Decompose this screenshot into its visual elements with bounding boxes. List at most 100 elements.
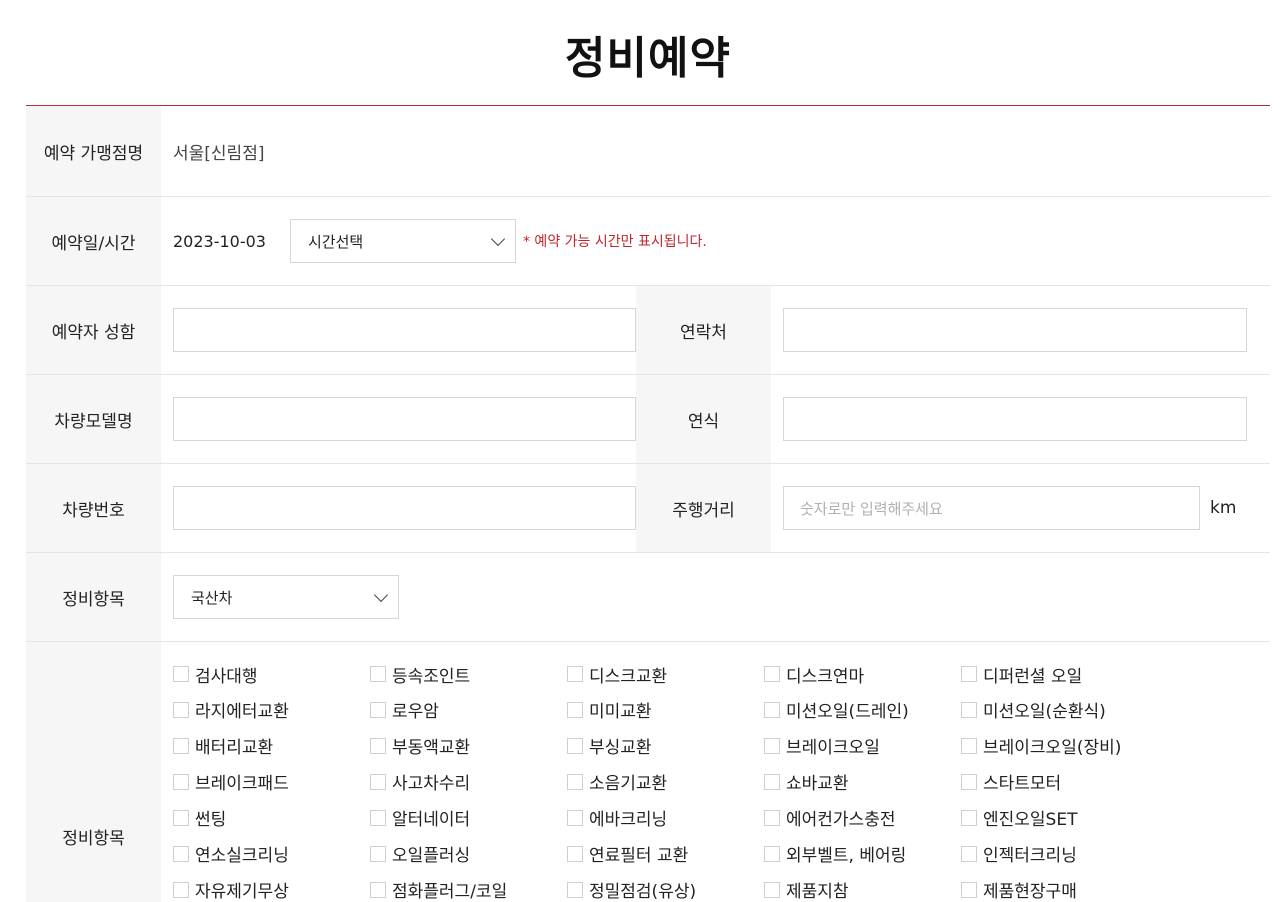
checkbox[interactable] bbox=[370, 737, 386, 754]
category-row: 정비항목 국산차 bbox=[26, 553, 1270, 642]
service-label: 사고차수리 bbox=[392, 774, 471, 795]
service-checkbox-item[interactable]: 알터네이터 bbox=[370, 806, 567, 830]
model-input[interactable] bbox=[173, 397, 636, 441]
service-label: 엔진오일SET bbox=[983, 810, 1078, 831]
checkbox[interactable] bbox=[370, 881, 386, 898]
service-checkbox-item[interactable]: 썬팅 bbox=[173, 806, 370, 830]
service-checkbox-item[interactable]: 브레이크패드 bbox=[173, 770, 370, 794]
checkbox[interactable] bbox=[567, 773, 583, 790]
service-label: 외부벨트, 베어링 bbox=[786, 846, 907, 867]
category-select-value: 국산차 bbox=[191, 588, 233, 607]
checkbox[interactable] bbox=[567, 666, 583, 682]
service-label: 제품현장구매 bbox=[983, 882, 1077, 902]
checkbox[interactable] bbox=[370, 773, 386, 790]
name-input[interactable] bbox=[173, 308, 636, 352]
service-checkbox-item[interactable]: 점화플러그/코일 bbox=[370, 878, 567, 902]
service-checkbox-item[interactable]: 브레이크오일(장비) bbox=[961, 734, 1158, 758]
checkbox[interactable] bbox=[764, 809, 780, 826]
service-checkbox-item[interactable]: 사고차수리 bbox=[370, 770, 567, 794]
service-label: 브레이크오일 bbox=[786, 738, 880, 759]
service-label: 연료필터 교환 bbox=[589, 846, 689, 867]
checkbox[interactable] bbox=[961, 737, 977, 754]
service-checkbox-item[interactable]: 에어컨가스충전 bbox=[764, 806, 961, 830]
checkbox[interactable] bbox=[961, 845, 977, 862]
checkbox[interactable] bbox=[961, 701, 977, 718]
mileage-unit: km bbox=[1210, 498, 1237, 518]
service-checkbox-item[interactable]: 연료필터 교환 bbox=[567, 842, 764, 866]
service-checkbox-item[interactable]: 쇼바교환 bbox=[764, 770, 961, 794]
checkbox[interactable] bbox=[567, 881, 583, 898]
mileage-input[interactable]: 숫자로만 입력해주세요 bbox=[783, 486, 1200, 530]
service-label: 브레이크패드 bbox=[195, 774, 289, 795]
checkbox[interactable] bbox=[173, 809, 189, 826]
service-label: 디스크연마 bbox=[786, 666, 865, 687]
service-checkbox-item[interactable]: 인젝터크리닝 bbox=[961, 842, 1158, 866]
service-checkbox-item[interactable]: 브레이크오일 bbox=[764, 734, 961, 758]
service-label: 검사대행 bbox=[195, 666, 258, 687]
category-label: 정비항목 bbox=[26, 553, 161, 641]
checkbox[interactable] bbox=[764, 737, 780, 754]
service-label: 오일플러싱 bbox=[392, 846, 471, 867]
service-checkbox-item[interactable]: 연소실크리닝 bbox=[173, 842, 370, 866]
checkbox[interactable] bbox=[567, 809, 583, 826]
checkbox[interactable] bbox=[764, 666, 780, 682]
service-label: 부동액교환 bbox=[392, 738, 471, 759]
checkbox[interactable] bbox=[961, 809, 977, 826]
checkbox[interactable] bbox=[961, 881, 977, 898]
checkbox[interactable] bbox=[370, 809, 386, 826]
checkbox[interactable] bbox=[764, 845, 780, 862]
plate-input[interactable] bbox=[173, 486, 636, 530]
service-checkbox-item[interactable]: 등속조인트 bbox=[370, 662, 567, 687]
contact-input[interactable] bbox=[783, 308, 1247, 352]
service-checkbox-item[interactable]: 소음기교환 bbox=[567, 770, 764, 794]
service-checkbox-item[interactable]: 디스크교환 bbox=[567, 662, 764, 687]
service-label: 알터네이터 bbox=[392, 810, 471, 831]
checkbox[interactable] bbox=[370, 845, 386, 862]
service-checkbox-item[interactable]: 정밀점검(유상) bbox=[567, 878, 764, 902]
service-checkbox-item[interactable]: 스타트모터 bbox=[961, 770, 1158, 794]
services-label: 정비항목 bbox=[26, 642, 161, 902]
service-checkbox-item[interactable]: 미션오일(드레인) bbox=[764, 698, 961, 722]
checkbox[interactable] bbox=[173, 845, 189, 862]
checkbox[interactable] bbox=[567, 845, 583, 862]
checkbox[interactable] bbox=[567, 701, 583, 718]
checkbox[interactable] bbox=[764, 701, 780, 718]
service-checkbox-item[interactable]: 엔진오일SET bbox=[961, 806, 1158, 830]
service-checkbox-item[interactable]: 자유제기무상 bbox=[173, 878, 370, 902]
service-label: 쇼바교환 bbox=[786, 774, 849, 795]
service-checkbox-item[interactable]: 로우암 bbox=[370, 698, 567, 722]
category-select[interactable]: 국산차 bbox=[173, 575, 399, 619]
service-checkbox-item[interactable]: 부동액교환 bbox=[370, 734, 567, 758]
checkbox[interactable] bbox=[173, 737, 189, 754]
service-checkbox-item[interactable]: 오일플러싱 bbox=[370, 842, 567, 866]
service-checkbox-item[interactable]: 부싱교환 bbox=[567, 734, 764, 758]
service-checkbox-item[interactable]: 라지에터교환 bbox=[173, 698, 370, 722]
checkbox[interactable] bbox=[961, 666, 977, 682]
checkbox[interactable] bbox=[173, 666, 189, 682]
checkbox[interactable] bbox=[173, 773, 189, 790]
checkbox[interactable] bbox=[370, 666, 386, 682]
checkbox[interactable] bbox=[764, 773, 780, 790]
service-checkbox-item[interactable]: 제품지참 bbox=[764, 878, 961, 902]
service-checkbox-item[interactable]: 미미교환 bbox=[567, 698, 764, 722]
service-checkbox-item[interactable]: 미션오일(순환식) bbox=[961, 698, 1158, 722]
service-label: 소음기교환 bbox=[589, 774, 668, 795]
service-label: 자유제기무상 bbox=[195, 882, 289, 902]
contact-label: 연락처 bbox=[636, 286, 771, 374]
service-label: 미션오일(순환식) bbox=[983, 702, 1106, 723]
service-checkbox-item[interactable]: 제품현장구매 bbox=[961, 878, 1158, 902]
service-checkbox-item[interactable]: 외부벨트, 베어링 bbox=[764, 842, 961, 866]
time-select[interactable]: 시간선택 bbox=[289, 219, 516, 263]
checkbox[interactable] bbox=[764, 881, 780, 898]
service-checkbox-item[interactable]: 디퍼런셜 오일 bbox=[961, 662, 1158, 687]
checkbox[interactable] bbox=[961, 773, 977, 790]
service-checkbox-item[interactable]: 에바크리닝 bbox=[567, 806, 764, 830]
service-checkbox-item[interactable]: 디스크연마 bbox=[764, 662, 961, 687]
checkbox[interactable] bbox=[567, 737, 583, 754]
year-input[interactable] bbox=[783, 397, 1247, 441]
checkbox[interactable] bbox=[370, 701, 386, 718]
service-checkbox-item[interactable]: 배터리교환 bbox=[173, 734, 370, 758]
checkbox[interactable] bbox=[173, 701, 189, 718]
service-checkbox-item[interactable]: 검사대행 bbox=[173, 662, 370, 687]
checkbox[interactable] bbox=[173, 881, 189, 898]
